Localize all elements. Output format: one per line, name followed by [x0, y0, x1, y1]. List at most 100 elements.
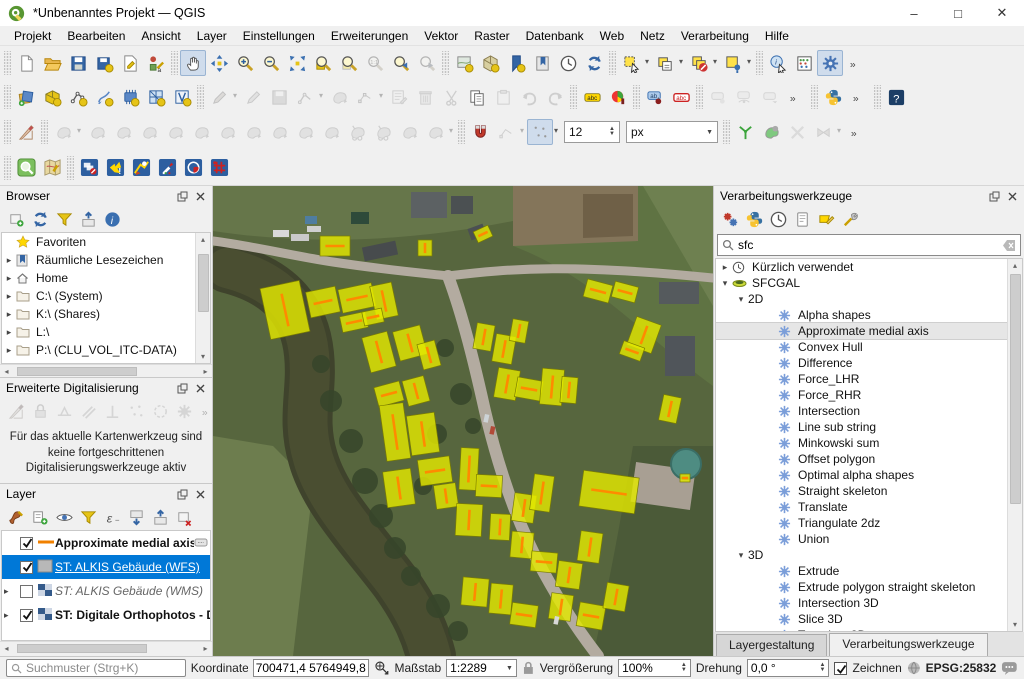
new-mesh-layer-icon[interactable] — [143, 84, 169, 110]
overflow-icon[interactable]: » — [196, 399, 212, 423]
layer-diagram-icon[interactable] — [605, 84, 631, 110]
algorithm-item[interactable]: Line sub string — [716, 419, 1007, 435]
project-properties-icon[interactable] — [117, 50, 143, 76]
layer-visibility-checkbox[interactable] — [20, 561, 33, 574]
coordinate-value[interactable]: 700471,4 5764949,8 — [253, 659, 369, 677]
simplify-feature-icon[interactable] — [136, 119, 162, 145]
layer-visibility-checkbox[interactable] — [20, 537, 33, 550]
processing-toolbox-icon[interactable] — [817, 50, 843, 76]
layer-visibility-checkbox[interactable] — [20, 585, 33, 598]
new-map-view-icon[interactable] — [451, 50, 477, 76]
render-checkbox[interactable] — [834, 662, 847, 675]
browser-refresh-icon[interactable] — [28, 207, 52, 231]
expander-icon[interactable]: ▸ — [2, 327, 16, 338]
identify-features-icon[interactable]: i — [765, 50, 791, 76]
delete-part-icon[interactable] — [266, 119, 292, 145]
rotate-feature-icon[interactable] — [110, 119, 136, 145]
menu-ansicht[interactable]: Ansicht — [133, 27, 188, 45]
rotation-spin[interactable]: 0,0 °▲▼ — [747, 659, 830, 677]
move-feature-adv-icon[interactable]: ▾ — [50, 119, 76, 145]
close-panel-icon[interactable] — [192, 189, 208, 203]
cad-tools-icon[interactable] — [13, 119, 39, 145]
remove-unused-icon[interactable] — [784, 119, 810, 145]
plugin-grid-icon[interactable] — [206, 155, 232, 181]
cad-circle-icon[interactable] — [148, 399, 172, 423]
results-viewer-icon[interactable] — [790, 207, 814, 231]
algorithm-item[interactable]: Extrude polygon straight skeleton — [716, 579, 1007, 595]
help-icon[interactable]: ? — [883, 84, 909, 110]
snap-dots-icon[interactable]: ▾ — [527, 119, 553, 145]
cut-features-icon[interactable] — [438, 84, 464, 110]
float-panel-icon[interactable] — [174, 189, 190, 203]
manage-themes-icon[interactable] — [52, 505, 76, 529]
algorithm-item[interactable]: Alpha shapes — [716, 307, 1007, 323]
new-spatial-bookmark-icon[interactable] — [503, 50, 529, 76]
save-edits-icon[interactable] — [266, 84, 292, 110]
expander-icon[interactable]: ▾ — [734, 550, 748, 561]
dock-tab-layer-styling[interactable]: Layergestaltung — [716, 634, 827, 656]
overflow-icon[interactable]: » — [783, 84, 809, 110]
rotate-symbols-icon[interactable]: ▾ — [422, 119, 448, 145]
expander-icon[interactable]: ▾ — [718, 278, 732, 289]
processing-models-icon[interactable] — [718, 207, 742, 231]
plugin-paint-icon[interactable] — [128, 155, 154, 181]
reshape-icon[interactable] — [318, 119, 344, 145]
pan-map-icon[interactable] — [180, 50, 206, 76]
browser-item[interactable]: ▸X:\ (Data) — [2, 359, 195, 363]
expander-icon[interactable]: ▸ — [2, 363, 16, 364]
maximize-button[interactable]: □ — [936, 0, 980, 26]
expander-icon[interactable]: ▸ — [2, 291, 16, 302]
algorithm-item[interactable]: Intersection 3D — [716, 595, 1007, 611]
algorithm-item[interactable]: Optimal alpha shapes — [716, 467, 1007, 483]
deselect-all-icon[interactable]: ▾ — [686, 50, 712, 76]
menu-vektor[interactable]: Vektor — [416, 27, 466, 45]
statistical-summary-icon[interactable] — [791, 50, 817, 76]
fill-ring-icon[interactable] — [188, 119, 214, 145]
algorithm-item[interactable]: Extrude — [716, 563, 1007, 579]
processing-search[interactable] — [717, 234, 1021, 256]
new-project-icon[interactable] — [13, 50, 39, 76]
zoom-native-icon[interactable]: 1:1 — [362, 50, 388, 76]
menu-datenbank[interactable]: Datenbank — [518, 27, 592, 45]
close-panel-icon[interactable] — [192, 381, 208, 395]
layers-hscrollbar[interactable]: ◂▸ — [0, 641, 212, 654]
move-label-icon[interactable] — [705, 84, 731, 110]
expand-all-icon[interactable] — [124, 505, 148, 529]
python-console-icon[interactable] — [742, 207, 766, 231]
copy-move-icon[interactable] — [84, 119, 110, 145]
snap-type-icon[interactable]: ▾ — [493, 119, 519, 145]
plugin-cluster-icon[interactable] — [76, 155, 102, 181]
select-features-icon[interactable]: ▾ — [618, 50, 644, 76]
split-parts-icon[interactable] — [370, 119, 396, 145]
cad-tools-icon[interactable] — [4, 399, 28, 423]
quickmapservices-icon[interactable] — [39, 155, 65, 181]
snap-unit-combo[interactable]: px▼ — [626, 121, 718, 143]
algorithm-item[interactable]: Offset polygon — [716, 451, 1007, 467]
filter-expression-icon[interactable]: ε — [100, 505, 124, 529]
browser-item[interactable]: Favoriten — [2, 233, 195, 251]
plugin-picker-icon[interactable] — [154, 155, 180, 181]
plugin-circle-icon[interactable] — [180, 155, 206, 181]
edit-pencil-icon[interactable] — [240, 84, 266, 110]
zoom-last-icon[interactable] — [388, 50, 414, 76]
undo-icon[interactable] — [516, 84, 542, 110]
delete-ring-icon[interactable] — [240, 119, 266, 145]
osm-search-icon[interactable] — [13, 155, 39, 181]
crs-globe-icon[interactable] — [907, 661, 921, 675]
temporal-controller-icon[interactable] — [555, 50, 581, 76]
dock-tab-processing[interactable]: Verarbeitungswerkzeuge — [829, 633, 987, 656]
new-geopackage-icon[interactable] — [39, 84, 65, 110]
cross-dd-icon[interactable]: ▾ — [810, 119, 836, 145]
menu-einstellungen[interactable]: Einstellungen — [235, 27, 323, 45]
new-virtual-layer-icon[interactable] — [169, 84, 195, 110]
refresh-icon[interactable] — [581, 50, 607, 76]
close-panel-icon[interactable] — [192, 487, 208, 501]
cad-perpendicular-icon[interactable] — [100, 399, 124, 423]
zoom-to-layer-icon[interactable] — [310, 50, 336, 76]
select-by-value-icon[interactable]: ▾ — [652, 50, 678, 76]
overflow-icon[interactable]: » — [843, 50, 869, 76]
merge-features-icon[interactable] — [396, 119, 422, 145]
cad-parallel-icon[interactable] — [76, 399, 100, 423]
paste-features-icon[interactable] — [490, 84, 516, 110]
snapping-icon[interactable] — [467, 119, 493, 145]
